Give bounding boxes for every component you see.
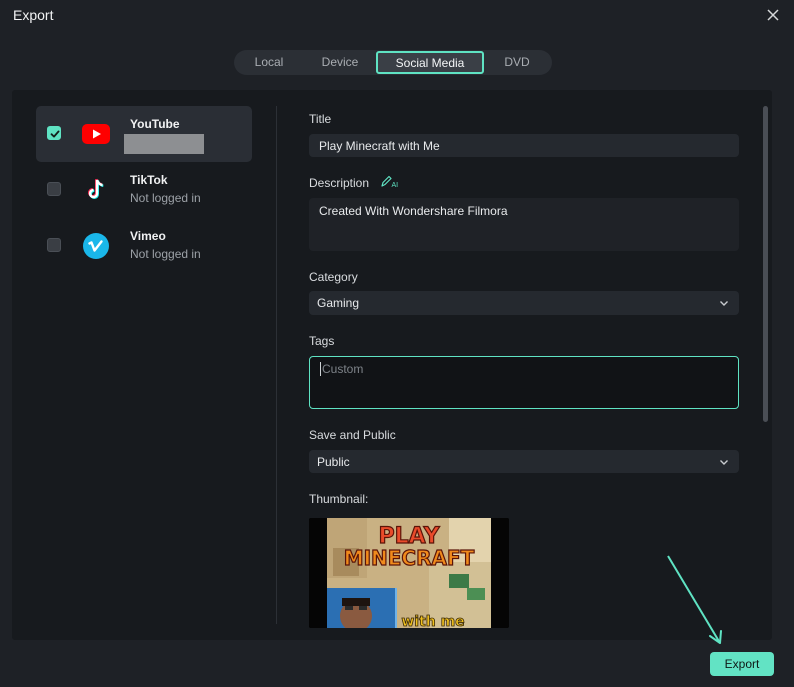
thumbnail-text-minecraft: MINECRAFT — [344, 546, 475, 570]
title-label: Title — [309, 112, 332, 126]
youtube-icon — [82, 124, 110, 144]
redacted-account-name — [124, 134, 204, 154]
category-label: Category — [309, 270, 358, 284]
window-title: Export — [13, 7, 54, 23]
tags-input[interactable]: Custom — [309, 356, 739, 409]
text-cursor — [320, 362, 321, 376]
vimeo-icon — [83, 233, 109, 259]
thumbnail-text-withme: with me — [401, 614, 464, 628]
form-scrollbar[interactable] — [763, 106, 768, 422]
export-tabs: Local Device Social Media DVD — [234, 50, 552, 75]
description-value: Created With Wondershare Filmora — [319, 204, 508, 218]
thumbnail-preview[interactable]: PLAY MINECRAFT with me — [309, 518, 509, 628]
check-icon — [50, 130, 60, 138]
description-label: Description — [309, 176, 370, 190]
youtube-checkbox[interactable] — [47, 126, 61, 140]
platform-status: Not logged in — [130, 247, 201, 261]
tab-local[interactable]: Local — [234, 50, 304, 75]
tiktok-icon — [88, 178, 104, 199]
tab-social-media[interactable]: Social Media — [376, 51, 484, 74]
visibility-label: Save and Public — [309, 428, 396, 442]
visibility-value: Public — [317, 454, 350, 469]
close-icon — [767, 9, 779, 21]
tiktok-checkbox[interactable] — [47, 182, 61, 196]
tags-placeholder: Custom — [322, 362, 364, 376]
vimeo-checkbox[interactable] — [47, 238, 61, 252]
tags-label: Tags — [309, 334, 335, 348]
ai-pen-icon[interactable]: AI — [380, 174, 400, 188]
platform-name: TikTok — [130, 173, 168, 187]
thumbnail-image: PLAY MINECRAFT with me — [309, 518, 509, 628]
platform-youtube[interactable]: YouTube — [36, 106, 252, 162]
title-bar: Export — [0, 0, 794, 34]
platform-tiktok[interactable]: TikTok Not logged in — [36, 162, 252, 218]
description-input[interactable]: Created With Wondershare Filmora — [309, 198, 739, 251]
category-value: Gaming — [317, 296, 360, 310]
title-input[interactable]: Play Minecraft with Me — [309, 134, 739, 157]
panel-divider — [276, 106, 277, 624]
ai-badge: AI — [392, 182, 399, 188]
visibility-select[interactable]: Public — [309, 450, 739, 473]
pointer-arrow — [667, 555, 722, 644]
chevron-down-icon — [720, 301, 728, 306]
export-button[interactable]: Export — [710, 652, 774, 676]
chevron-down-icon — [720, 460, 728, 465]
category-select[interactable]: Gaming — [309, 291, 739, 315]
tab-dvd[interactable]: DVD — [484, 50, 550, 75]
thumbnail-label: Thumbnail: — [309, 492, 369, 506]
platform-name: YouTube — [130, 117, 180, 131]
title-value: Play Minecraft with Me — [319, 138, 440, 153]
platform-name: Vimeo — [130, 229, 166, 243]
tab-device[interactable]: Device — [304, 50, 376, 75]
platform-vimeo[interactable]: Vimeo Not logged in — [36, 218, 252, 274]
platform-status: Not logged in — [130, 191, 201, 205]
export-panel: YouTube TikTok Not logged in Vimeo Not l… — [12, 90, 772, 640]
close-button[interactable] — [764, 6, 782, 24]
